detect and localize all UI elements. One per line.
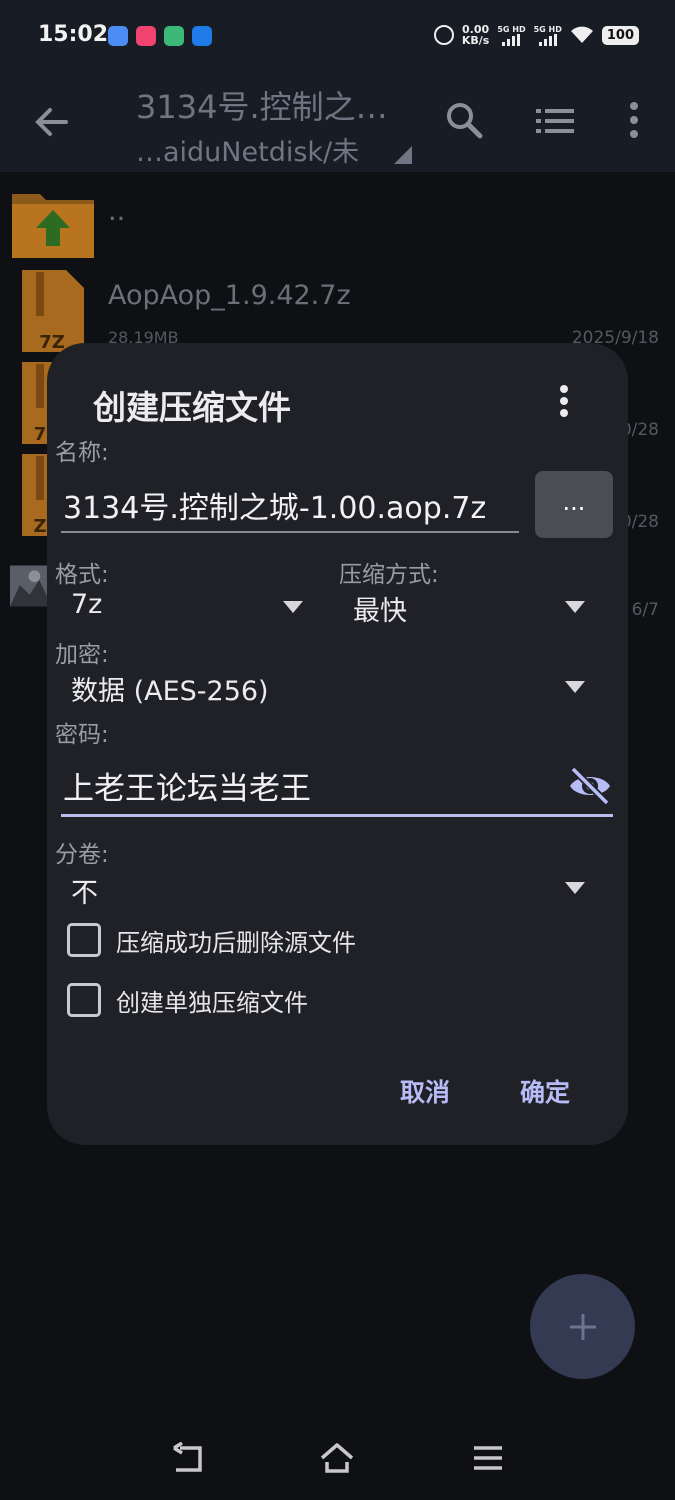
- status-bar: 15:02 0.00 KB/s 5G HD 5G HD 100: [0, 0, 675, 70]
- network-speed: 0.00 KB/s: [462, 24, 489, 46]
- password-label: 密码:: [55, 722, 109, 748]
- file-name: AopAop_1.9.42.7z: [108, 280, 351, 311]
- dialog-title: 创建压缩文件: [93, 388, 291, 427]
- add-fab-button[interactable]: [530, 1274, 635, 1379]
- cancel-button[interactable]: 取消: [400, 1073, 450, 1109]
- signal-2-label: 5G HD: [533, 24, 562, 34]
- file-name: ..: [108, 196, 126, 227]
- system-nav-bar: [0, 1420, 675, 1500]
- status-time: 15:02: [38, 22, 109, 47]
- format-select-value[interactable]: 7z: [71, 589, 102, 620]
- method-select-value[interactable]: 最快: [353, 589, 407, 628]
- plus-icon: [569, 1313, 596, 1340]
- dropdown-corner-icon: [394, 146, 412, 164]
- folder-up-icon: [12, 194, 94, 258]
- app-bar: 3134号.控制之… …aiduNetdisk/未: [0, 70, 675, 172]
- signal-1-label: 5G HD: [497, 24, 526, 34]
- status-app-icons: [108, 26, 212, 46]
- encrypt-label: 加密:: [55, 642, 109, 668]
- back-arrow-icon[interactable]: [30, 100, 74, 144]
- format-label: 格式:: [55, 562, 109, 588]
- visibility-off-icon[interactable]: [567, 763, 613, 809]
- alarm-icon: [433, 25, 454, 45]
- app-notification-icon: [108, 26, 128, 46]
- name-label: 名称:: [55, 440, 109, 466]
- split-label: 分卷:: [55, 842, 109, 868]
- separate-archive-label: 创建单独压缩文件: [116, 988, 308, 1017]
- signal-bars-icon: [502, 33, 521, 46]
- file-date: 6/7: [631, 600, 659, 620]
- app-notification-icon: [192, 26, 212, 46]
- nav-home-icon[interactable]: [319, 1442, 355, 1474]
- dropdown-arrow-icon[interactable]: [565, 601, 585, 613]
- separate-archive-option[interactable]: 创建单独压缩文件: [67, 980, 308, 1020]
- archive-badge: 7: [34, 424, 47, 445]
- dropdown-arrow-icon[interactable]: [565, 681, 585, 693]
- delete-source-label: 压缩成功后删除源文件: [116, 928, 356, 957]
- archive-badge: Z: [33, 516, 46, 537]
- split-select-value[interactable]: 不: [71, 871, 98, 910]
- signal-bars-icon: [538, 33, 557, 46]
- archive-7z-icon: 7Z: [22, 270, 84, 353]
- file-row-parent[interactable]: ..: [0, 172, 675, 264]
- signal-1: 5G HD: [497, 24, 526, 46]
- wifi-icon: [570, 26, 593, 43]
- image-thumbnail: [10, 565, 52, 607]
- app-notification-icon: [164, 26, 184, 46]
- dropdown-arrow-icon[interactable]: [283, 601, 303, 613]
- more-vert-icon[interactable]: [620, 100, 648, 140]
- browse-button[interactable]: ...: [535, 471, 613, 538]
- nav-back-icon[interactable]: [170, 1442, 206, 1474]
- method-label: 压缩方式:: [339, 562, 439, 588]
- search-icon[interactable]: [444, 100, 484, 140]
- network-speed-unit: KB/s: [461, 34, 490, 47]
- delete-source-option[interactable]: 压缩成功后删除源文件: [67, 920, 356, 960]
- battery-indicator: 100: [601, 25, 639, 45]
- nav-menu-icon[interactable]: [470, 1442, 506, 1474]
- separate-archive-checkbox[interactable]: [67, 983, 101, 1017]
- signal-2: 5G HD: [534, 25, 562, 46]
- create-archive-dialog: 创建压缩文件 名称: 3134号.控制之城-1.00.aop.7z ... 格式…: [47, 343, 628, 1145]
- ok-button[interactable]: 确定: [520, 1073, 570, 1109]
- path-subtitle[interactable]: …aiduNetdisk/未: [136, 130, 359, 169]
- status-indicators: 0.00 KB/s 5G HD 5G HD 100: [433, 24, 639, 46]
- path-title[interactable]: 3134号.控制之…: [136, 82, 388, 128]
- list-view-icon[interactable]: [536, 106, 574, 136]
- encrypt-select-value[interactable]: 数据 (AES-256): [71, 669, 269, 708]
- password-input[interactable]: 上老王论坛当老王: [61, 759, 613, 817]
- delete-source-checkbox[interactable]: [67, 923, 101, 957]
- app-notification-icon: [136, 26, 156, 46]
- archive-name-input[interactable]: 3134号.控制之城-1.00.aop.7z: [61, 483, 519, 533]
- dropdown-arrow-icon[interactable]: [565, 882, 585, 894]
- more-vert-icon[interactable]: [552, 383, 576, 419]
